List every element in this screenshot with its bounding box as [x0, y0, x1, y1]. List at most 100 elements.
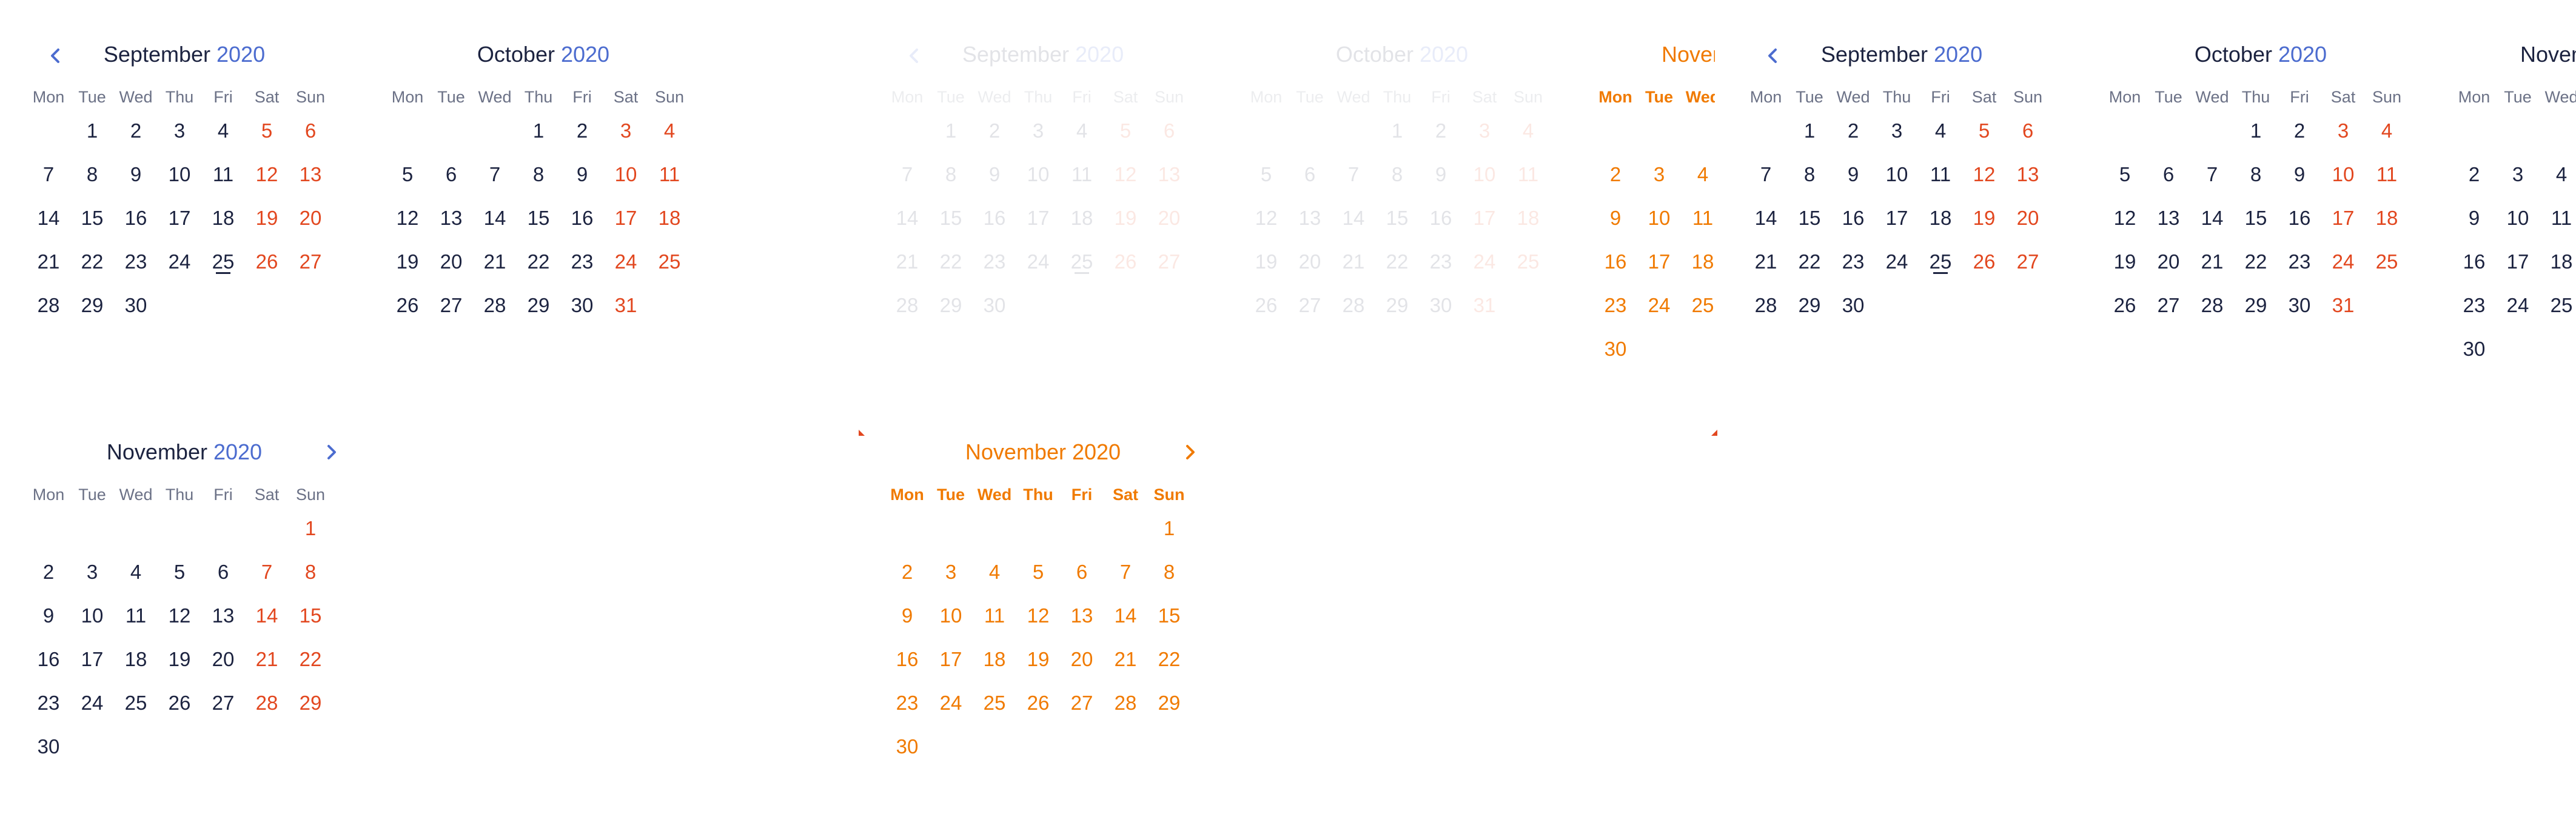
day-cell[interactable]: 19: [1962, 196, 2006, 240]
day-cell[interactable]: 10: [604, 153, 648, 196]
day-cell[interactable]: 13: [201, 594, 245, 638]
day-cell[interactable]: 5: [386, 153, 429, 196]
day-cell[interactable]: 15: [289, 594, 332, 638]
day-cell[interactable]: 22: [517, 240, 560, 284]
day-cell[interactable]: 30: [560, 284, 604, 327]
day-cell[interactable]: 24: [1016, 240, 1060, 284]
day-cell[interactable]: 11: [973, 594, 1016, 638]
day-cell[interactable]: 23: [2278, 240, 2321, 284]
day-cell[interactable]: 11: [201, 153, 245, 196]
day-cell[interactable]: 1: [2234, 109, 2278, 153]
day-cell[interactable]: 21: [885, 240, 929, 284]
day-cell[interactable]: 11: [114, 594, 158, 638]
day-cell[interactable]: 17: [929, 638, 973, 681]
day-cell[interactable]: 29: [929, 284, 973, 327]
day-cell[interactable]: 13: [2006, 153, 2050, 196]
day-cell[interactable]: 4: [1919, 109, 1962, 153]
day-cell[interactable]: 28: [1332, 284, 1375, 327]
day-cell[interactable]: 22: [1375, 240, 1419, 284]
day-cell[interactable]: 30: [27, 725, 70, 769]
day-cell[interactable]: 23: [1594, 284, 1637, 327]
day-cell[interactable]: 4: [1681, 153, 1715, 196]
day-cell[interactable]: 19: [1104, 196, 1147, 240]
day-cell[interactable]: 21: [1744, 240, 1788, 284]
day-cell[interactable]: 17: [1016, 196, 1060, 240]
day-cell[interactable]: 6: [429, 153, 473, 196]
day-cell[interactable]: 18: [1919, 196, 1962, 240]
day-cell[interactable]: 8: [517, 153, 560, 196]
day-cell[interactable]: 16: [2452, 240, 2496, 284]
day-cell[interactable]: 14: [245, 594, 289, 638]
day-cell[interactable]: 13: [429, 196, 473, 240]
day-cell[interactable]: 2: [114, 109, 158, 153]
day-cell[interactable]: 5: [2103, 153, 2147, 196]
day-cell[interactable]: 19: [386, 240, 429, 284]
day-cell[interactable]: 5: [245, 109, 289, 153]
day-cell[interactable]: 30: [2278, 284, 2321, 327]
day-cell[interactable]: 17: [604, 196, 648, 240]
day-cell[interactable]: 25: [1919, 240, 1962, 284]
day-cell[interactable]: 27: [2147, 284, 2190, 327]
day-cell[interactable]: 22: [1788, 240, 1831, 284]
day-cell[interactable]: 8: [929, 153, 973, 196]
day-cell[interactable]: 10: [70, 594, 114, 638]
day-cell[interactable]: 2: [1594, 153, 1637, 196]
day-cell[interactable]: 18: [648, 196, 691, 240]
day-cell[interactable]: 18: [1506, 196, 1550, 240]
day-cell[interactable]: 20: [2147, 240, 2190, 284]
day-cell[interactable]: 12: [158, 594, 201, 638]
day-cell[interactable]: 27: [1288, 284, 1332, 327]
day-cell[interactable]: 11: [1919, 153, 1962, 196]
day-cell[interactable]: 13: [2147, 196, 2190, 240]
day-cell[interactable]: 20: [1288, 240, 1332, 284]
day-cell[interactable]: 18: [973, 638, 1016, 681]
day-cell[interactable]: 8: [70, 153, 114, 196]
day-cell[interactable]: 3: [2496, 153, 2540, 196]
day-cell[interactable]: 31: [2321, 284, 2365, 327]
day-cell[interactable]: 17: [2496, 240, 2540, 284]
day-cell[interactable]: 29: [1375, 284, 1419, 327]
day-cell[interactable]: 28: [473, 284, 517, 327]
day-cell[interactable]: 4: [2540, 153, 2576, 196]
day-cell[interactable]: 7: [1104, 550, 1147, 594]
day-cell[interactable]: 13: [1060, 594, 1104, 638]
day-cell[interactable]: 1: [70, 109, 114, 153]
day-cell[interactable]: 26: [386, 284, 429, 327]
day-cell[interactable]: 16: [1831, 196, 1875, 240]
day-cell[interactable]: 30: [1831, 284, 1875, 327]
day-cell[interactable]: 8: [1788, 153, 1831, 196]
day-cell[interactable]: 3: [604, 109, 648, 153]
day-cell[interactable]: 7: [245, 550, 289, 594]
day-cell[interactable]: 24: [604, 240, 648, 284]
day-cell[interactable]: 22: [70, 240, 114, 284]
day-cell[interactable]: 16: [1594, 240, 1637, 284]
day-cell[interactable]: 8: [1147, 550, 1191, 594]
day-cell[interactable]: 9: [27, 594, 70, 638]
day-cell[interactable]: 15: [2234, 196, 2278, 240]
day-cell[interactable]: 18: [2540, 240, 2576, 284]
day-cell[interactable]: 4: [114, 550, 158, 594]
day-cell[interactable]: 13: [1147, 153, 1191, 196]
day-cell[interactable]: 18: [1681, 240, 1715, 284]
day-cell[interactable]: 9: [560, 153, 604, 196]
day-cell[interactable]: 23: [560, 240, 604, 284]
day-cell[interactable]: 26: [158, 681, 201, 725]
day-cell[interactable]: 19: [1244, 240, 1288, 284]
day-cell[interactable]: 17: [2321, 196, 2365, 240]
day-cell[interactable]: 20: [1060, 638, 1104, 681]
day-cell[interactable]: 21: [245, 638, 289, 681]
day-cell[interactable]: 9: [114, 153, 158, 196]
day-cell[interactable]: 25: [973, 681, 1016, 725]
day-cell[interactable]: 25: [2540, 284, 2576, 327]
day-cell[interactable]: 14: [1744, 196, 1788, 240]
day-cell[interactable]: 25: [1060, 240, 1104, 284]
day-cell[interactable]: 7: [885, 153, 929, 196]
day-cell[interactable]: 22: [1147, 638, 1191, 681]
day-cell[interactable]: 27: [1147, 240, 1191, 284]
day-cell[interactable]: 24: [1463, 240, 1506, 284]
day-cell[interactable]: 3: [158, 109, 201, 153]
day-cell[interactable]: 18: [201, 196, 245, 240]
day-cell[interactable]: 12: [245, 153, 289, 196]
day-cell[interactable]: 31: [1463, 284, 1506, 327]
day-cell[interactable]: 15: [70, 196, 114, 240]
